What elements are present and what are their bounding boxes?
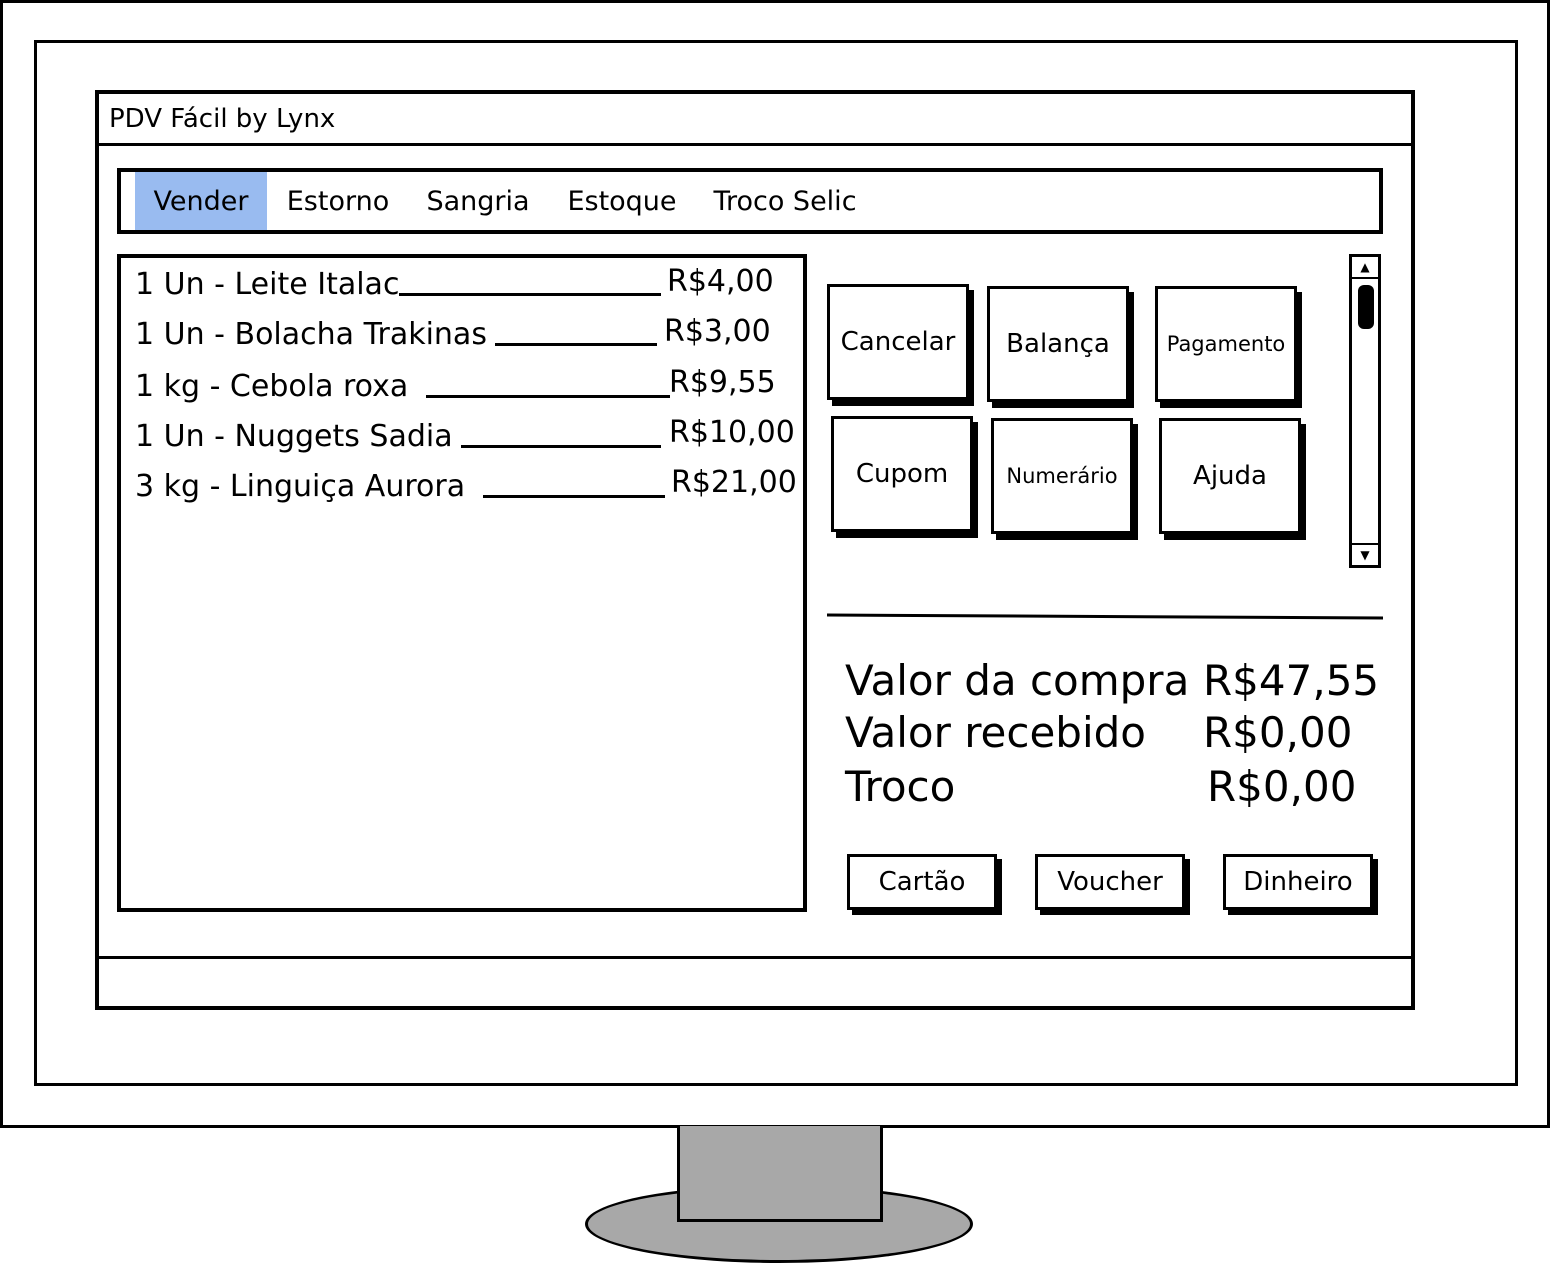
pagamento-button[interactable]: Pagamento (1155, 286, 1297, 402)
tab-bar: Vender Estorno Sangria Estoque Troco Sel… (117, 168, 1383, 234)
item-description: 1 Un - Leite Italac (135, 267, 400, 302)
app-window: PDV Fácil by Lynx Vender Estorno Sangria… (95, 90, 1415, 1010)
ajuda-button[interactable]: Ajuda (1159, 418, 1301, 534)
tab-sangria[interactable]: Sangria (417, 172, 539, 230)
list-item[interactable]: 1 kg - Cebola roxa (135, 364, 678, 404)
item-price: R$3,00 (664, 314, 771, 349)
balanca-button[interactable]: Balança (987, 286, 1129, 402)
item-description: 1 kg - Cebola roxa (135, 369, 409, 404)
list-item[interactable]: 1 Un - Nuggets Sadia (135, 414, 669, 454)
item-leader-line (494, 317, 657, 346)
numerario-button[interactable]: Numerário (991, 418, 1133, 534)
item-price: R$9,55 (669, 365, 776, 400)
item-leader-line (483, 469, 666, 498)
item-price: R$10,00 (669, 415, 795, 450)
cupom-button[interactable]: Cupom (831, 416, 973, 532)
voucher-button[interactable]: Voucher (1035, 854, 1185, 910)
purchase-total-value: R$47,55 (1203, 656, 1380, 705)
tab-estoque[interactable]: Estoque (557, 172, 687, 230)
received-amount-label: Valor recebido (845, 708, 1146, 757)
item-description: 1 Un - Nuggets Sadia (135, 419, 453, 454)
change-value: R$0,00 (1207, 762, 1357, 811)
status-bar (99, 956, 1411, 1006)
scroll-up-arrow-icon[interactable]: ▲ (1352, 257, 1378, 279)
item-leader-line (426, 369, 671, 398)
item-description: 1 Un - Bolacha Trakinas (135, 317, 487, 352)
item-description: 3 kg - Linguiça Aurora (135, 469, 466, 504)
item-price: R$4,00 (667, 264, 774, 299)
change-label: Troco (845, 762, 956, 811)
scroll-down-arrow-icon[interactable]: ▼ (1352, 543, 1378, 565)
tab-estorno[interactable]: Estorno (277, 172, 399, 230)
monitor-stand-neck (677, 1126, 883, 1222)
dinheiro-button[interactable]: Dinheiro (1223, 854, 1373, 910)
window-title: PDV Fácil by Lynx (109, 104, 336, 134)
list-item[interactable]: 3 kg - Linguiça Aurora (135, 464, 673, 504)
list-item[interactable]: 1 Un - Bolacha Trakinas (135, 312, 665, 352)
item-leader-line (399, 267, 662, 296)
scrollbar[interactable]: ▲ ▼ (1349, 254, 1381, 568)
scroll-thumb[interactable] (1358, 285, 1374, 329)
item-price: R$21,00 (671, 465, 797, 500)
purchase-total-label: Valor da compra (845, 656, 1190, 705)
divider (826, 613, 1384, 620)
tab-vender[interactable]: Vender (135, 172, 267, 230)
title-bar: PDV Fácil by Lynx (99, 94, 1411, 146)
list-item[interactable]: 1 Un - Leite Italac (135, 262, 669, 302)
item-leader-line (460, 419, 661, 448)
sale-items-list: 1 Un - Leite Italac R$4,00 1 Un - Bolach… (117, 254, 807, 912)
cartao-button[interactable]: Cartão (847, 854, 997, 910)
tab-troco-selic[interactable]: Troco Selic (705, 172, 865, 230)
cancelar-button[interactable]: Cancelar (827, 284, 969, 400)
received-amount-value: R$0,00 (1203, 708, 1353, 757)
